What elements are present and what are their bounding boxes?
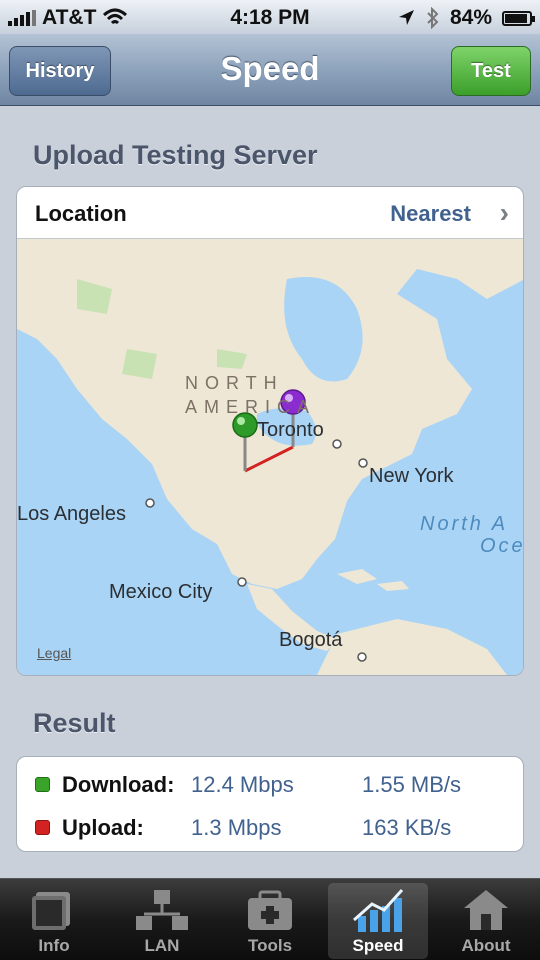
chevron-right-icon: › xyxy=(499,197,509,228)
map-view[interactable]: NORTH AMERICA Toronto New York Los Angel… xyxy=(17,239,524,675)
house-icon xyxy=(464,890,508,930)
tab-lan[interactable]: LAN xyxy=(112,883,212,959)
chart-icon xyxy=(353,888,404,932)
location-value: Nearest xyxy=(390,201,471,226)
download-bytes: 1.55 MB/s xyxy=(362,772,462,797)
tab-speed-label: Speed xyxy=(352,936,404,955)
battery-percent: 84% xyxy=(449,6,492,29)
legal-link[interactable]: Legal xyxy=(37,645,71,661)
tab-speed[interactable]: Speed xyxy=(328,883,428,959)
tab-about-label: About xyxy=(461,936,511,955)
upload-bytes: 163 KB/s xyxy=(362,815,452,840)
ocean-label-line1: North A xyxy=(420,513,509,535)
status-bar: AT&T 4:18 PM 84% xyxy=(0,0,540,34)
result-card: Download: 12.4 Mbps 1.55 MB/s Upload: 1.… xyxy=(16,756,524,852)
tab-bar: Info LAN Tools Speed About xyxy=(0,878,540,960)
city-bogota: Bogotá xyxy=(279,629,343,651)
city-toronto: Toronto xyxy=(257,419,324,441)
server-card: Location Nearest › NORTH AMERICA Toronto… xyxy=(16,186,524,676)
region-label: NORTH AMERICA xyxy=(185,373,317,417)
tab-tools-label: Tools xyxy=(247,936,293,955)
result-section-title: Result xyxy=(33,708,116,738)
city-mexico-city: Mexico City xyxy=(109,581,213,603)
navigation-bar: History Speed Test xyxy=(0,34,540,106)
download-label: Download: xyxy=(62,772,175,797)
server-section-title: Upload Testing Server xyxy=(33,140,318,170)
tab-lan-label: LAN xyxy=(144,936,180,955)
upload-rate: 1.3 Mbps xyxy=(191,815,282,840)
upload-row: Upload: 1.3 Mbps 163 KB/s xyxy=(17,805,523,848)
location-label: Location xyxy=(35,201,127,226)
red-status-icon xyxy=(35,820,50,835)
map-graphic xyxy=(17,239,523,675)
city-new-york: New York xyxy=(369,465,454,487)
battery-icon xyxy=(502,10,535,26)
ocean-label-line2: Oce xyxy=(480,535,524,557)
network-icon xyxy=(136,890,188,930)
location-row[interactable]: Location Nearest › xyxy=(17,187,523,239)
city-los-angeles: Los Angeles xyxy=(17,503,126,525)
bluetooth-icon xyxy=(427,7,439,29)
test-button[interactable]: Test xyxy=(451,46,531,96)
tab-about[interactable]: About xyxy=(436,883,536,959)
download-rate: 12.4 Mbps xyxy=(191,772,294,797)
status-right: 84% xyxy=(398,6,535,30)
location-arrow-icon xyxy=(398,10,414,25)
tab-info-label: Info xyxy=(38,936,70,955)
info-icon xyxy=(32,892,70,930)
upload-label: Upload: xyxy=(62,815,144,840)
download-row: Download: 12.4 Mbps 1.55 MB/s xyxy=(17,762,523,805)
green-status-icon xyxy=(35,777,50,792)
tab-tools[interactable]: Tools xyxy=(220,883,320,959)
toolbox-icon xyxy=(248,890,292,930)
tab-info[interactable]: Info xyxy=(4,883,104,959)
